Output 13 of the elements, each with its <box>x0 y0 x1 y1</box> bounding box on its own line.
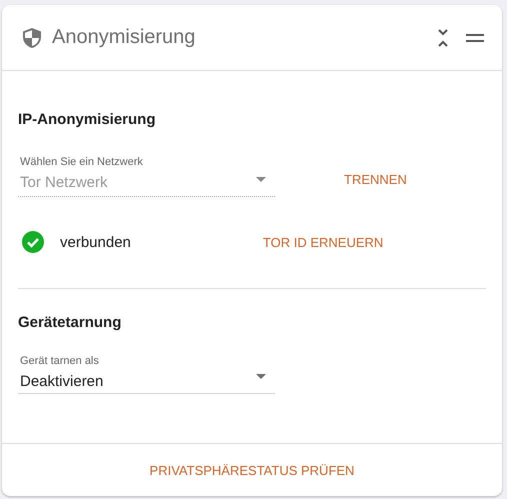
shield-icon <box>22 26 42 48</box>
check-privacy-button[interactable]: PRIVATSPHÄRESTATUS PRÜFEN <box>150 462 354 478</box>
device-select[interactable]: Gerät tarnen als Deaktivieren <box>18 355 275 394</box>
dropdown-caret-icon <box>256 374 266 379</box>
panel-title: Anonymisierung <box>52 26 196 49</box>
section-title: IP-Anonymisierung <box>18 111 157 128</box>
section-title: Gerätetarnung <box>18 314 122 331</box>
disconnect-button[interactable]: TRENNEN <box>344 172 407 187</box>
dropdown-caret-icon <box>256 177 266 182</box>
drag-handle-icon[interactable] <box>466 34 484 42</box>
collapse-button[interactable] <box>437 28 449 48</box>
renew-id-button[interactable]: TOR ID ERNEUERN <box>262 234 384 250</box>
status-text: verbunden <box>60 234 131 250</box>
